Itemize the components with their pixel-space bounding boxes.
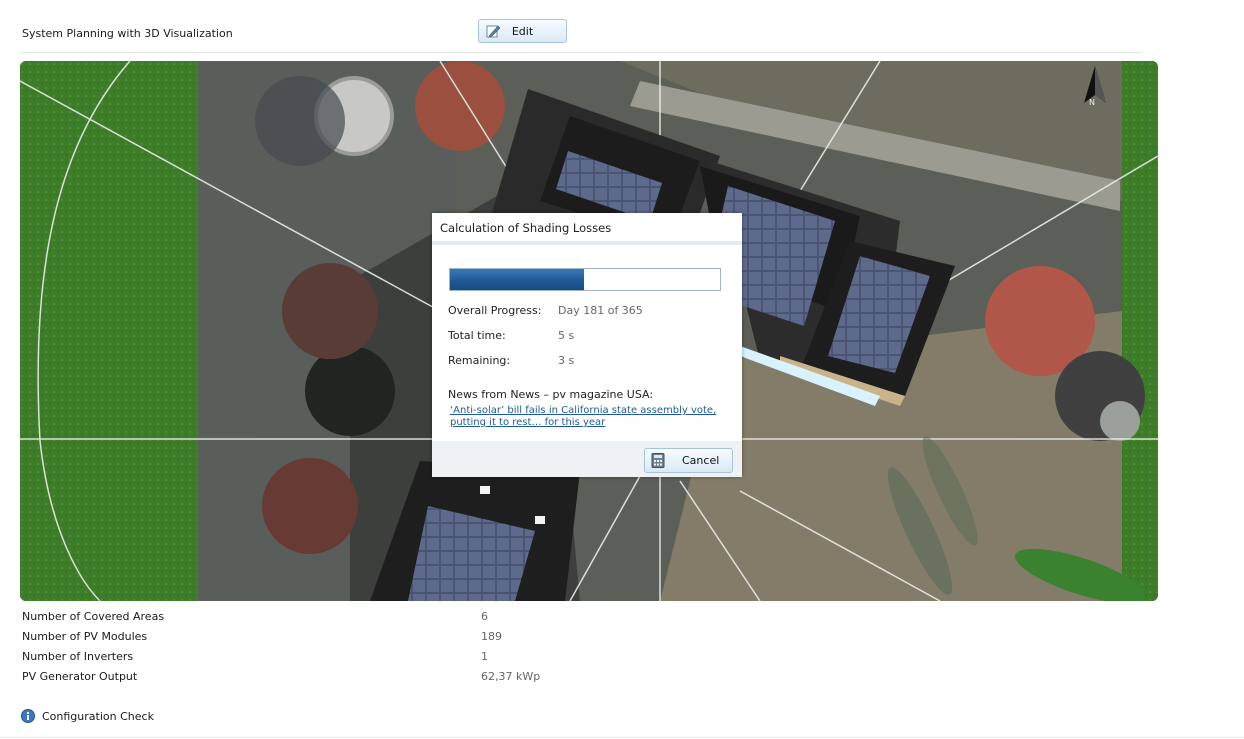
cancel-button-label: Cancel	[682, 454, 720, 467]
grass-right	[1122, 61, 1158, 601]
info-icon[interactable]	[21, 709, 35, 723]
news-article-link[interactable]: ‘Anti-solar’ bill fails in California st…	[450, 405, 722, 429]
remaining-label: Remaining:	[448, 354, 511, 367]
dialog-title: Calculation of Shading Losses	[440, 221, 612, 235]
edit-button[interactable]: Edit	[478, 19, 567, 43]
svg-text:N: N	[1089, 98, 1095, 107]
overall-progress-value: Day 181 of 365	[558, 304, 643, 317]
bottom-divider	[0, 737, 1244, 738]
page-title: System Planning with 3D Visualization	[22, 27, 233, 40]
pv-modules-value: 189	[481, 630, 502, 643]
pv-generator-output-value: 62,37 kWp	[481, 670, 541, 683]
overall-progress-label: Overall Progress:	[448, 304, 542, 317]
configuration-check-link[interactable]: Configuration Check	[42, 710, 154, 723]
covered-areas-value: 6	[481, 610, 488, 623]
cancel-button[interactable]: Cancel	[644, 448, 733, 473]
total-time-label: Total time:	[448, 329, 506, 342]
calculator-icon	[651, 453, 665, 468]
inverters-value: 1	[481, 650, 488, 663]
shading-calculation-dialog: Calculation of Shading Losses Overall Pr…	[432, 213, 742, 477]
grass-left	[20, 61, 198, 601]
news-heading: News from News – pv magazine USA:	[448, 388, 654, 401]
covered-areas-label: Number of Covered Areas	[22, 610, 165, 623]
pv-modules-label: Number of PV Modules	[22, 630, 148, 643]
progress-bar	[449, 268, 721, 291]
pv-generator-output-label: PV Generator Output	[22, 670, 138, 683]
edit-button-label: Edit	[511, 25, 534, 38]
header-divider	[20, 52, 1142, 53]
inverters-label: Number of Inverters	[22, 650, 134, 663]
remaining-value: 3 s	[558, 354, 575, 367]
progress-bar-fill	[450, 269, 584, 290]
total-time-value: 5 s	[558, 329, 575, 342]
dialog-title-divider	[432, 241, 742, 245]
